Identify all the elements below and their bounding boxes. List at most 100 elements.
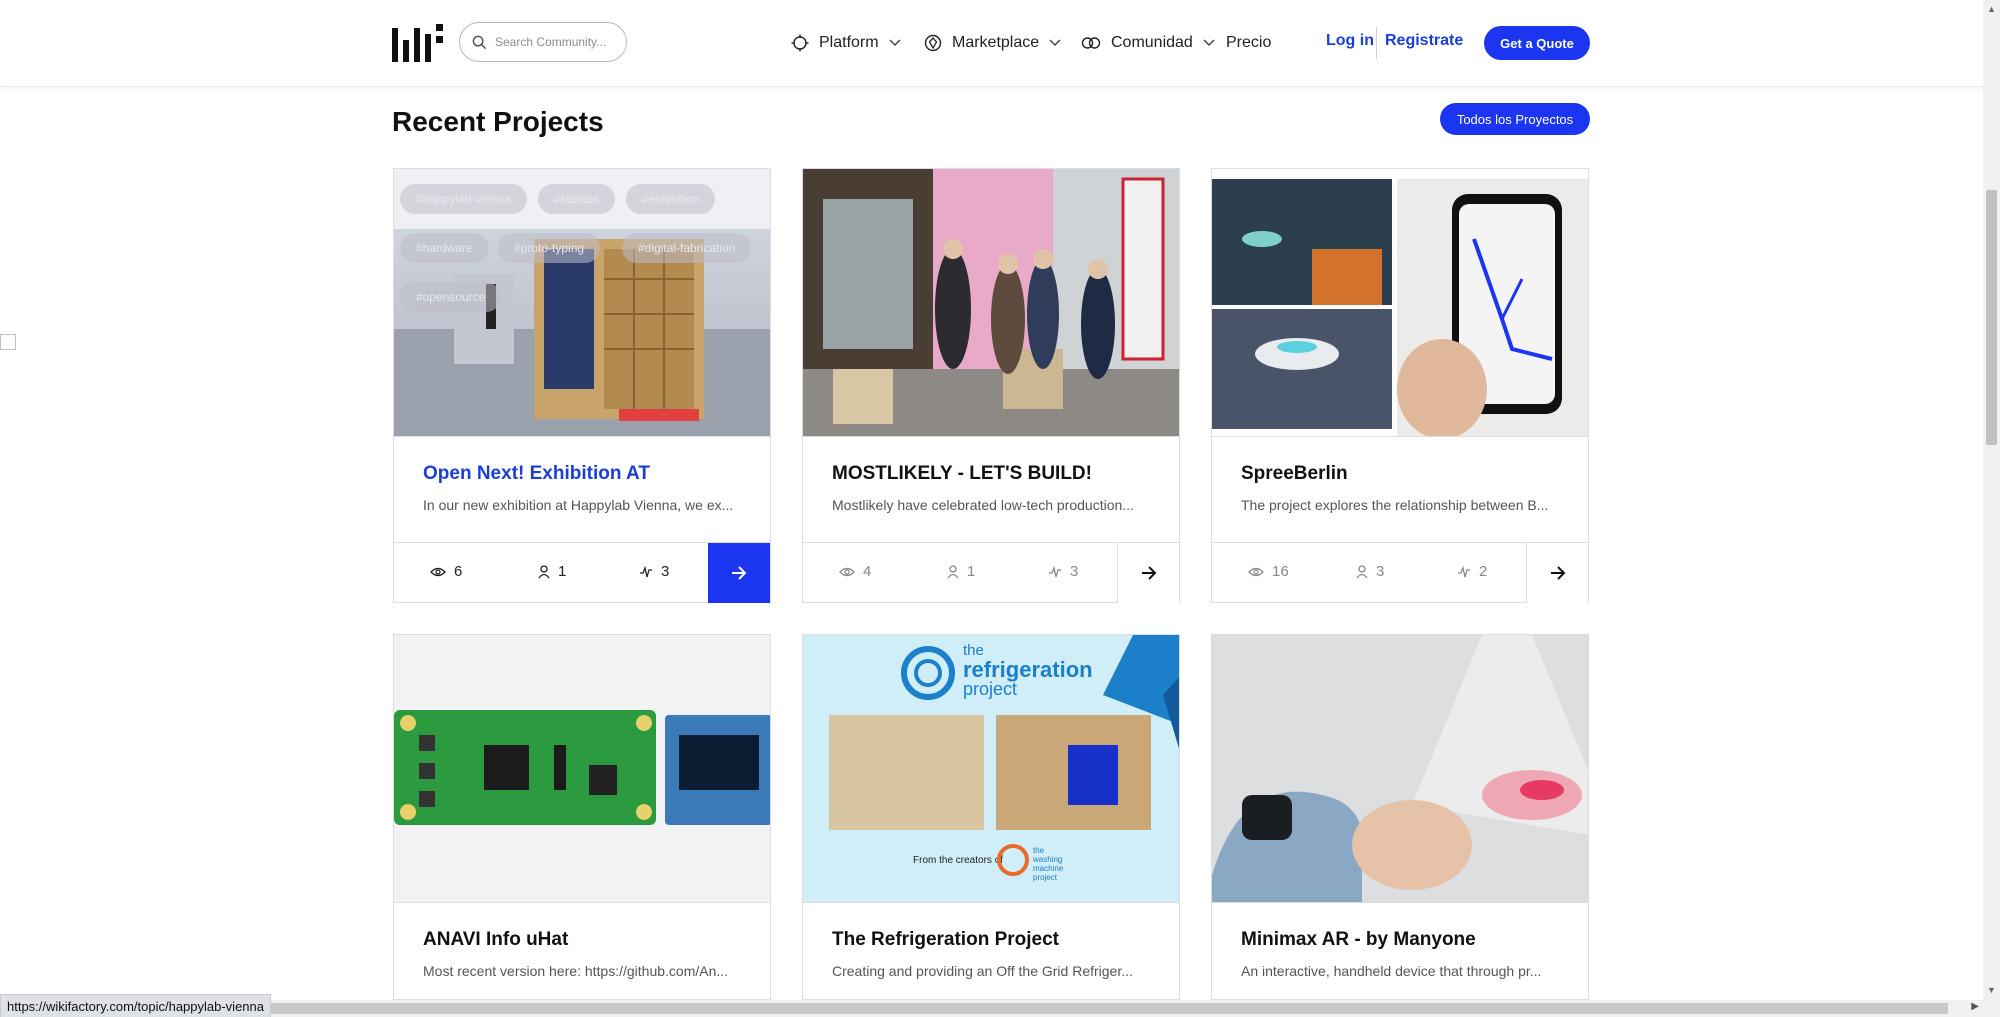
project-image[interactable] bbox=[1212, 169, 1588, 437]
nav-platform-label: Platform bbox=[819, 34, 879, 51]
person-icon bbox=[538, 564, 550, 578]
members-stat: 3 bbox=[1356, 563, 1384, 580]
person-icon bbox=[947, 564, 959, 578]
register-link[interactable]: Registrate bbox=[1385, 32, 1463, 50]
poster-footer: From the creators of bbox=[913, 855, 1003, 866]
open-project-button[interactable] bbox=[1526, 543, 1588, 603]
project-stats: 6 1 3 bbox=[394, 542, 770, 603]
project-description: An interactive, handheld device that thr… bbox=[1241, 963, 1542, 979]
project-card[interactable]: SpreeBerlin The project explores the rel… bbox=[1211, 168, 1589, 603]
refrigeration-poster: the refrigeration project From the creat… bbox=[803, 635, 1179, 902]
nav-comunidad[interactable]: Comunidad bbox=[1081, 28, 1215, 58]
members-count: 1 bbox=[558, 563, 567, 580]
nav-divider bbox=[1376, 27, 1377, 59]
project-description: The project explores the relationship be… bbox=[1241, 497, 1549, 513]
project-card[interactable]: Minimax AR - by Manyone An interactive, … bbox=[1211, 634, 1589, 1000]
horizontal-scrollbar[interactable]: ▶ bbox=[0, 1000, 1983, 1017]
login-link[interactable]: Log in bbox=[1326, 32, 1374, 50]
link-icon bbox=[1081, 37, 1101, 49]
project-description: In our new exhibition at Happylab Vienna… bbox=[423, 497, 734, 513]
chevron-down-icon bbox=[1203, 39, 1215, 47]
project-description: Mostlikely have celebrated low-tech prod… bbox=[832, 497, 1134, 513]
tag-chip[interactable]: #happylab-vienna bbox=[400, 184, 527, 214]
nav-precio[interactable]: Precio bbox=[1226, 28, 1271, 58]
eye-icon bbox=[839, 567, 855, 576]
tag-chip[interactable]: #digital-fabrication bbox=[622, 233, 752, 263]
scroll-up-icon[interactable]: ▲ bbox=[1987, 4, 1996, 14]
project-card[interactable]: #happylab-vienna #fablabs #exhibition #h… bbox=[393, 168, 771, 603]
activity-count: 2 bbox=[1479, 563, 1488, 580]
views-stat: 4 bbox=[839, 563, 871, 580]
scroll-down-icon[interactable]: ▼ bbox=[1987, 985, 1996, 995]
project-title[interactable]: Open Next! Exhibition AT bbox=[423, 463, 650, 485]
project-card[interactable]: the refrigeration project From the creat… bbox=[802, 634, 1180, 1000]
tag-chip[interactable]: #proto-typing bbox=[498, 233, 601, 263]
vertical-scrollbar[interactable]: ▲ ▼ bbox=[1983, 0, 2000, 1017]
project-title[interactable]: Minimax AR - by Manyone bbox=[1241, 929, 1476, 951]
eye-icon bbox=[1248, 567, 1264, 576]
poster-partner-1: the bbox=[1033, 846, 1045, 855]
project-title[interactable]: SpreeBerlin bbox=[1241, 463, 1348, 485]
chevron-down-icon bbox=[1049, 39, 1061, 47]
scroll-right-icon[interactable]: ▶ bbox=[1971, 1001, 1979, 1012]
project-title[interactable]: The Refrigeration Project bbox=[832, 929, 1059, 951]
activity-icon bbox=[1049, 565, 1061, 577]
person-icon bbox=[1356, 564, 1368, 578]
pcb-photo bbox=[394, 635, 770, 902]
activity-stat: 2 bbox=[1457, 563, 1487, 580]
scrollbar-thumb[interactable] bbox=[1986, 190, 1997, 445]
nav-comunidad-label: Comunidad bbox=[1111, 34, 1193, 51]
project-title[interactable]: ANAVI Info uHat bbox=[423, 929, 568, 951]
tag-chip[interactable]: #hardware bbox=[400, 233, 489, 263]
activity-stat: 3 bbox=[1048, 563, 1078, 580]
activity-icon bbox=[1458, 565, 1470, 577]
project-card[interactable]: MOSTLIKELY - LET'S BUILD! Mostlikely hav… bbox=[802, 168, 1180, 603]
nav-marketplace[interactable]: Marketplace bbox=[924, 28, 1061, 58]
ar-device-photo bbox=[1212, 635, 1588, 902]
tag-chip[interactable]: #exhibition bbox=[626, 184, 716, 214]
tag-chip[interactable]: #fablabs bbox=[538, 184, 616, 214]
spree-collage bbox=[1212, 169, 1588, 436]
poster-partner-2: washing bbox=[1032, 855, 1062, 864]
workshop-photo bbox=[803, 169, 1179, 436]
wikifactory-logo[interactable] bbox=[392, 22, 446, 62]
open-project-button[interactable] bbox=[708, 543, 770, 603]
open-project-button[interactable] bbox=[1117, 543, 1179, 603]
members-count: 1 bbox=[967, 563, 976, 580]
project-card[interactable]: ANAVI Info uHat Most recent version here… bbox=[393, 634, 771, 1000]
top-navbar: Platform Marketplace Comunidad Precio Lo… bbox=[0, 0, 1983, 87]
get-quote-button[interactable]: Get a Quote bbox=[1484, 26, 1590, 60]
tag-chip[interactable]: #opensource bbox=[400, 282, 502, 312]
compass-icon bbox=[791, 34, 809, 52]
members-stat: 1 bbox=[947, 563, 975, 580]
project-description: Creating and providing an Off the Grid R… bbox=[832, 963, 1133, 979]
project-image[interactable] bbox=[394, 635, 770, 903]
broken-image-icon bbox=[0, 334, 16, 350]
project-description: Most recent version here: https://github… bbox=[423, 963, 729, 979]
search-icon bbox=[472, 35, 487, 49]
views-stat: 16 bbox=[1248, 563, 1289, 580]
activity-stat: 3 bbox=[639, 563, 669, 580]
views-count: 6 bbox=[454, 563, 463, 580]
activity-count: 3 bbox=[661, 563, 670, 580]
project-image[interactable]: #happylab-vienna #fablabs #exhibition #h… bbox=[394, 169, 770, 437]
nav-marketplace-label: Marketplace bbox=[952, 34, 1040, 51]
project-image[interactable]: the refrigeration project From the creat… bbox=[803, 635, 1179, 903]
project-title[interactable]: MOSTLIKELY - LET'S BUILD! bbox=[832, 463, 1092, 485]
poster-partner-4: project bbox=[1033, 873, 1058, 882]
arrow-right-icon bbox=[1550, 566, 1565, 580]
nav-precio-label: Precio bbox=[1226, 34, 1272, 51]
arrow-right-icon bbox=[732, 566, 747, 580]
project-stats: 4 1 3 bbox=[803, 542, 1179, 603]
all-projects-button[interactable]: Todos los Proyectos bbox=[1440, 103, 1590, 135]
scrollbar-thumb[interactable] bbox=[18, 1003, 1948, 1014]
activity-icon bbox=[640, 565, 652, 577]
arrow-right-icon bbox=[1141, 566, 1156, 580]
search-box[interactable] bbox=[459, 22, 627, 62]
members-stat: 1 bbox=[538, 563, 566, 580]
project-image[interactable] bbox=[803, 169, 1179, 437]
project-image[interactable] bbox=[1212, 635, 1588, 903]
nav-platform[interactable]: Platform bbox=[791, 28, 901, 58]
search-input[interactable] bbox=[495, 35, 615, 49]
members-count: 3 bbox=[1376, 563, 1385, 580]
